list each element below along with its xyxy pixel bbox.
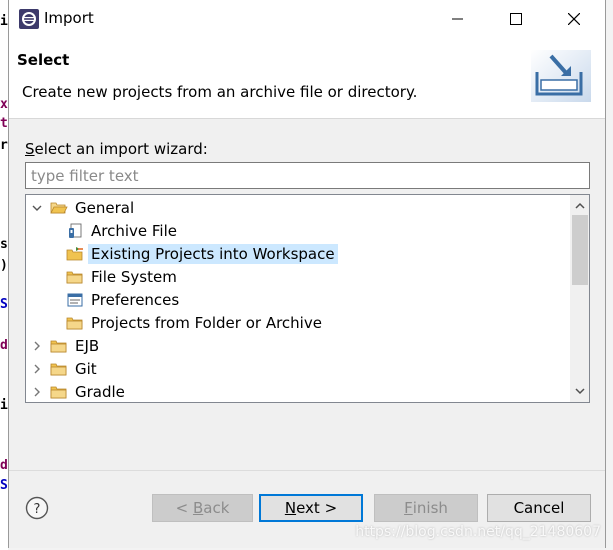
tree-item[interactable]: Git — [30, 357, 100, 380]
chevron-right-icon[interactable] — [30, 362, 44, 376]
chevron-down-icon[interactable] — [30, 201, 44, 215]
watermark: https://blog.csdn.net/qq_21480607 — [355, 524, 601, 540]
tree-item[interactable]: Existing Projects into Workspace — [66, 242, 338, 265]
folder-icon — [66, 317, 83, 329]
tree-item-label: Gradle — [75, 382, 125, 401]
close-button[interactable] — [545, 0, 603, 38]
editor-code-char: s — [0, 237, 8, 252]
editor-code-char: ) — [0, 258, 8, 273]
import-dialog: Import Select Create new projects from a… — [8, 0, 606, 548]
tree-item[interactable]: Preferences — [66, 288, 182, 311]
scroll-up-icon[interactable] — [573, 199, 587, 213]
editor-code-char: t — [0, 116, 8, 131]
svg-text:?: ? — [34, 502, 41, 517]
cancel-button[interactable]: Cancel — [487, 494, 591, 522]
tree-item-label: General — [75, 198, 135, 217]
editor-code-char: d — [0, 458, 8, 473]
tree-item[interactable]: Projects from Folder or Archive — [66, 311, 325, 334]
title-bar: Import — [9, 0, 605, 38]
help-icon[interactable]: ? — [25, 496, 49, 520]
editor-code-char: S — [0, 297, 8, 312]
folder-icon — [66, 271, 83, 283]
tree-item-label: Projects from Folder or Archive — [91, 313, 322, 332]
tree-item-label: Preferences — [91, 290, 180, 309]
minimize-button[interactable] — [429, 0, 487, 38]
filter-input[interactable] — [25, 162, 590, 189]
archive-file-icon — [69, 223, 82, 238]
folder-open-icon — [50, 202, 68, 213]
button-bar-divider — [9, 470, 605, 471]
tree-item[interactable]: Archive File — [66, 219, 180, 242]
tree-item-label: File System — [91, 267, 177, 286]
page-description: Create new projects from an archive file… — [22, 83, 418, 101]
folder-icon — [50, 386, 67, 398]
tree-scrollbar[interactable] — [570, 195, 589, 402]
scroll-thumb[interactable] — [572, 215, 588, 285]
tree-item-label: EJB — [75, 336, 100, 355]
folder-icon — [50, 340, 67, 352]
eclipse-app-icon — [19, 9, 39, 29]
folder-icon — [50, 363, 67, 375]
tree-item-label: Git — [75, 359, 97, 378]
select-wizard-label: Select an import wizard: — [25, 140, 208, 158]
page-title: Select — [17, 51, 70, 69]
editor-code-char: r — [0, 138, 8, 153]
tree-item[interactable]: Gradle — [30, 380, 128, 402]
close-icon — [568, 13, 580, 25]
window-title: Import — [44, 9, 94, 27]
wizard-header: Select Create new projects from an archi… — [9, 38, 605, 119]
preferences-icon — [67, 293, 83, 306]
existing-projects-icon — [66, 246, 83, 260]
wizard-tree[interactable]: General Archive File Existing Projects int… — [25, 194, 590, 403]
tree-item-label: Archive File — [91, 221, 177, 240]
chevron-right-icon[interactable] — [30, 385, 44, 399]
editor-code-char: i — [0, 398, 8, 413]
back-button[interactable]: < Back — [152, 494, 253, 522]
next-button[interactable]: Next > — [259, 494, 363, 522]
import-wizard-icon — [531, 50, 591, 102]
finish-button[interactable]: Finish — [374, 494, 478, 522]
tree-item[interactable]: EJB — [30, 334, 102, 357]
editor-code-char: i — [0, 14, 8, 29]
maximize-icon — [510, 13, 522, 25]
editor-code-char: x — [0, 97, 8, 112]
chevron-right-icon[interactable] — [30, 339, 44, 353]
editor-background: i x t r s) Sd i d S — [0, 0, 8, 550]
tree-item[interactable]: File System — [66, 265, 180, 288]
scroll-down-icon[interactable] — [573, 384, 587, 398]
maximize-button[interactable] — [487, 0, 545, 38]
editor-code-char: S — [0, 478, 8, 493]
editor-code-char: d — [0, 338, 8, 353]
tree-item-label: Existing Projects into Workspace — [88, 243, 338, 264]
minimize-icon — [452, 18, 463, 20]
tree-item[interactable]: General — [30, 196, 137, 219]
